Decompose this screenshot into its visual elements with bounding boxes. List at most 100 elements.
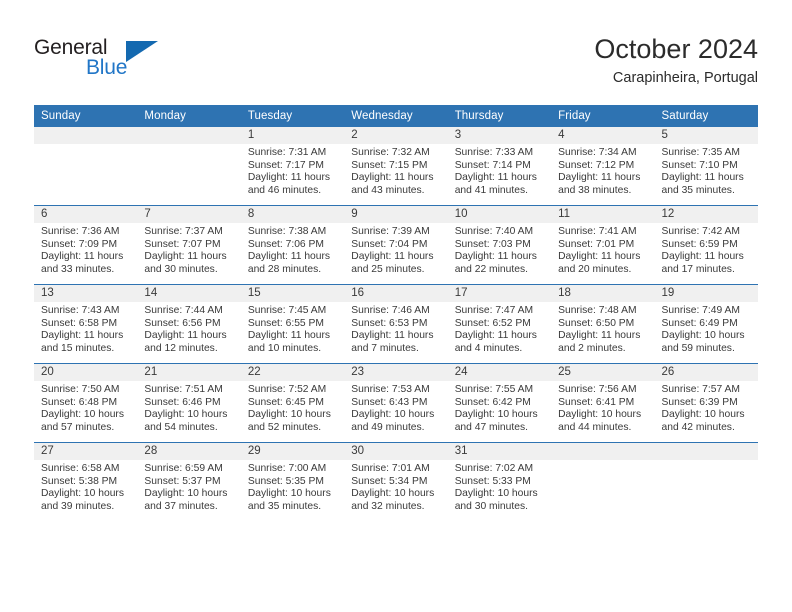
day-cell: 1 Sunrise: 7:31 AM Sunset: 7:17 PM Daylight… (240, 127, 345, 205)
day-daylight-line1-text: Daylight: 11 hours (351, 251, 434, 263)
calendar-cell-day-19[interactable]: 19 Sunrise: 7:49 AM Sunset: 6:49 PM Dayligh… (654, 284, 758, 364)
day-daylight-line1-text: Daylight: 10 hours (144, 409, 228, 421)
day-daylight-line2-text: and 25 minutes. (351, 263, 425, 275)
calendar-cell-empty (551, 442, 655, 521)
day-daylight-line2-text: and 44 minutes. (558, 421, 632, 433)
day-daylight-line1-text: Daylight: 11 hours (454, 172, 537, 184)
day-number: 22 (240, 364, 345, 381)
calendar-cell-day-27[interactable]: 27 Sunrise: 6:58 AM Sunset: 5:38 PM Dayligh… (34, 442, 138, 521)
day-sunrise-text: Sunrise: 7:02 AM (454, 463, 534, 474)
day-sun-info: Sunrise: 7:34 AM Sunset: 7:12 PM Daylight:… (551, 144, 654, 197)
day-daylight-line2-text: and 4 minutes. (454, 342, 523, 354)
calendar-cell-day-17[interactable]: 17 Sunrise: 7:47 AM Sunset: 6:52 PM Dayligh… (447, 284, 552, 364)
calendar-cell-day-31[interactable]: 31 Sunrise: 7:02 AM Sunset: 5:33 PM Dayligh… (447, 442, 552, 521)
day-sunset-text: Sunset: 7:03 PM (454, 238, 531, 250)
day-sunrise-text: Sunrise: 7:42 AM (661, 226, 740, 237)
calendar-cell-day-22[interactable]: 22 Sunrise: 7:52 AM Sunset: 6:45 PM Dayligh… (240, 363, 345, 443)
calendar-cell-day-18[interactable]: 18 Sunrise: 7:48 AM Sunset: 6:50 PM Dayligh… (551, 284, 655, 364)
calendar-cell-day-14[interactable]: 14 Sunrise: 7:44 AM Sunset: 6:56 PM Dayligh… (137, 284, 241, 364)
day-sunrise-text: Sunrise: 7:00 AM (247, 463, 327, 474)
calendar-week-row: 1 Sunrise: 7:31 AM Sunset: 7:17 PM Daylight… (34, 127, 758, 206)
day-daylight-line2-text: and 10 minutes. (247, 342, 322, 354)
day-sunset-text: Sunset: 7:17 PM (247, 159, 324, 171)
calendar-cell-day-13[interactable]: 13 Sunrise: 7:43 AM Sunset: 6:58 PM Dayligh… (34, 284, 138, 364)
day-number: 2 (344, 127, 448, 144)
day-sunset-text: Sunset: 7:01 PM (558, 238, 635, 250)
day-sunrise-text: Sunrise: 7:52 AM (247, 384, 327, 395)
day-sunrise-text: Sunrise: 7:46 AM (351, 305, 430, 316)
location-subtitle: Carapinheira, Portugal (612, 70, 758, 86)
calendar-cell-day-23[interactable]: 23 Sunrise: 7:53 AM Sunset: 6:43 PM Dayligh… (344, 363, 448, 443)
day-daylight-line1-text: Daylight: 10 hours (41, 488, 124, 500)
day-sunrise-text: Sunrise: 7:33 AM (454, 147, 534, 158)
day-number: 13 (34, 285, 138, 302)
day-sunrise-text: Sunrise: 7:45 AM (247, 305, 327, 316)
weekday-header-thursday: Thursday (447, 105, 552, 127)
day-sun-info: Sunrise: 7:38 AM Sunset: 7:06 PM Daylight:… (241, 223, 344, 276)
day-daylight-line2-text: and 17 minutes. (661, 263, 735, 275)
day-cell: 22 Sunrise: 7:52 AM Sunset: 6:45 PM Dayligh… (240, 364, 345, 442)
day-sun-info: Sunrise: 7:40 AM Sunset: 7:03 PM Daylight:… (448, 223, 551, 276)
calendar-cell-day-8[interactable]: 8 Sunrise: 7:38 AM Sunset: 7:06 PM Daylight… (240, 205, 345, 285)
calendar-week-row: 13 Sunrise: 7:43 AM Sunset: 6:58 PM Dayligh… (34, 284, 758, 364)
day-daylight-line2-text: and 42 minutes. (661, 421, 735, 433)
day-daylight-line1-text: Daylight: 11 hours (558, 330, 641, 342)
day-sunset-text: Sunset: 6:46 PM (144, 396, 221, 408)
day-sunrise-text: Sunrise: 7:51 AM (144, 384, 223, 395)
calendar-cell-day-26[interactable]: 26 Sunrise: 7:57 AM Sunset: 6:39 PM Dayligh… (654, 363, 758, 443)
weekday-header-saturday: Saturday (654, 105, 758, 127)
calendar-cell-day-7[interactable]: 7 Sunrise: 7:37 AM Sunset: 7:07 PM Daylight… (137, 205, 241, 285)
day-sunset-text: Sunset: 7:15 PM (351, 159, 428, 171)
calendar-cell-day-25[interactable]: 25 Sunrise: 7:56 AM Sunset: 6:41 PM Dayligh… (551, 363, 655, 443)
day-cell: 6 Sunrise: 7:36 AM Sunset: 7:09 PM Daylight… (34, 206, 138, 284)
day-number: 21 (137, 364, 241, 381)
day-sun-info: Sunrise: 7:55 AM Sunset: 6:42 PM Daylight:… (448, 381, 551, 434)
day-sunset-text: Sunset: 7:06 PM (247, 238, 324, 250)
calendar-cell-day-16[interactable]: 16 Sunrise: 7:46 AM Sunset: 6:53 PM Dayligh… (344, 284, 448, 364)
day-number: 20 (34, 364, 138, 381)
calendar-cell-day-28[interactable]: 28 Sunrise: 6:59 AM Sunset: 5:37 PM Dayligh… (137, 442, 241, 521)
day-sunset-text: Sunset: 6:52 PM (454, 317, 531, 329)
calendar-cell-day-3[interactable]: 3 Sunrise: 7:33 AM Sunset: 7:14 PM Daylight… (447, 127, 552, 206)
day-sunset-text: Sunset: 6:43 PM (351, 396, 428, 408)
day-cell: 29 Sunrise: 7:00 AM Sunset: 5:35 PM Dayligh… (240, 443, 345, 521)
calendar-cell-day-12[interactable]: 12 Sunrise: 7:42 AM Sunset: 6:59 PM Dayligh… (654, 205, 758, 285)
day-daylight-line2-text: and 33 minutes. (41, 263, 115, 275)
day-daylight-line2-text: and 35 minutes. (247, 500, 322, 512)
day-sun-info: Sunrise: 7:39 AM Sunset: 7:04 PM Daylight:… (344, 223, 447, 276)
calendar-page: General Blue October 2024 Carapinheira, … (0, 0, 792, 612)
day-daylight-line1-text: Daylight: 11 hours (144, 251, 227, 263)
day-cell: 10 Sunrise: 7:40 AM Sunset: 7:03 PM Dayligh… (447, 206, 552, 284)
day-number: 16 (344, 285, 448, 302)
calendar-cell-day-4[interactable]: 4 Sunrise: 7:34 AM Sunset: 7:12 PM Daylight… (551, 127, 655, 206)
calendar-cell-day-9[interactable]: 9 Sunrise: 7:39 AM Sunset: 7:04 PM Daylight… (344, 205, 448, 285)
calendar-cell-day-15[interactable]: 15 Sunrise: 7:45 AM Sunset: 6:55 PM Dayligh… (240, 284, 345, 364)
day-sunset-text: Sunset: 6:50 PM (558, 317, 635, 329)
calendar-cell-day-11[interactable]: 11 Sunrise: 7:41 AM Sunset: 7:01 PM Dayligh… (551, 205, 655, 285)
day-number: 28 (137, 443, 241, 460)
day-sun-info: Sunrise: 7:53 AM Sunset: 6:43 PM Daylight:… (344, 381, 447, 434)
calendar-cell-day-6[interactable]: 6 Sunrise: 7:36 AM Sunset: 7:09 PM Daylight… (34, 205, 138, 285)
day-daylight-line2-text: and 39 minutes. (41, 500, 115, 512)
day-number: 23 (344, 364, 448, 381)
calendar-cell-day-1[interactable]: 1 Sunrise: 7:31 AM Sunset: 7:17 PM Daylight… (240, 127, 345, 206)
calendar-cell-empty (654, 442, 758, 521)
calendar-cell-day-5[interactable]: 5 Sunrise: 7:35 AM Sunset: 7:10 PM Daylight… (654, 127, 758, 206)
day-sun-info: Sunrise: 7:35 AM Sunset: 7:10 PM Daylight:… (655, 144, 758, 197)
calendar-cell-day-2[interactable]: 2 Sunrise: 7:32 AM Sunset: 7:15 PM Daylight… (344, 127, 448, 206)
day-sunrise-text: Sunrise: 7:31 AM (247, 147, 327, 158)
day-daylight-line1-text: Daylight: 11 hours (661, 251, 744, 263)
day-sunrise-text: Sunrise: 7:57 AM (661, 384, 740, 395)
day-sun-info: Sunrise: 7:00 AM Sunset: 5:35 PM Daylight:… (241, 460, 344, 513)
calendar-cell-day-21[interactable]: 21 Sunrise: 7:51 AM Sunset: 6:46 PM Dayligh… (137, 363, 241, 443)
calendar-cell-day-30[interactable]: 30 Sunrise: 7:01 AM Sunset: 5:34 PM Dayligh… (344, 442, 448, 521)
calendar-cell-empty (137, 127, 241, 206)
calendar-grid: Sunday Monday Tuesday Wednesday Thursday Frid… (34, 105, 758, 521)
day-daylight-line2-text: and 7 minutes. (351, 342, 419, 354)
calendar-cell-day-10[interactable]: 10 Sunrise: 7:40 AM Sunset: 7:03 PM Dayligh… (447, 205, 552, 285)
weekday-headers: Sunday Monday Tuesday Wednesday Thursday Frid… (34, 105, 758, 127)
day-sunset-text: Sunset: 6:41 PM (558, 396, 635, 408)
calendar-cell-day-24[interactable]: 24 Sunrise: 7:55 AM Sunset: 6:42 PM Dayligh… (447, 363, 552, 443)
calendar-cell-day-20[interactable]: 20 Sunrise: 7:50 AM Sunset: 6:48 PM Dayligh… (34, 363, 138, 443)
calendar-cell-day-29[interactable]: 29 Sunrise: 7:00 AM Sunset: 5:35 PM Dayligh… (240, 442, 345, 521)
